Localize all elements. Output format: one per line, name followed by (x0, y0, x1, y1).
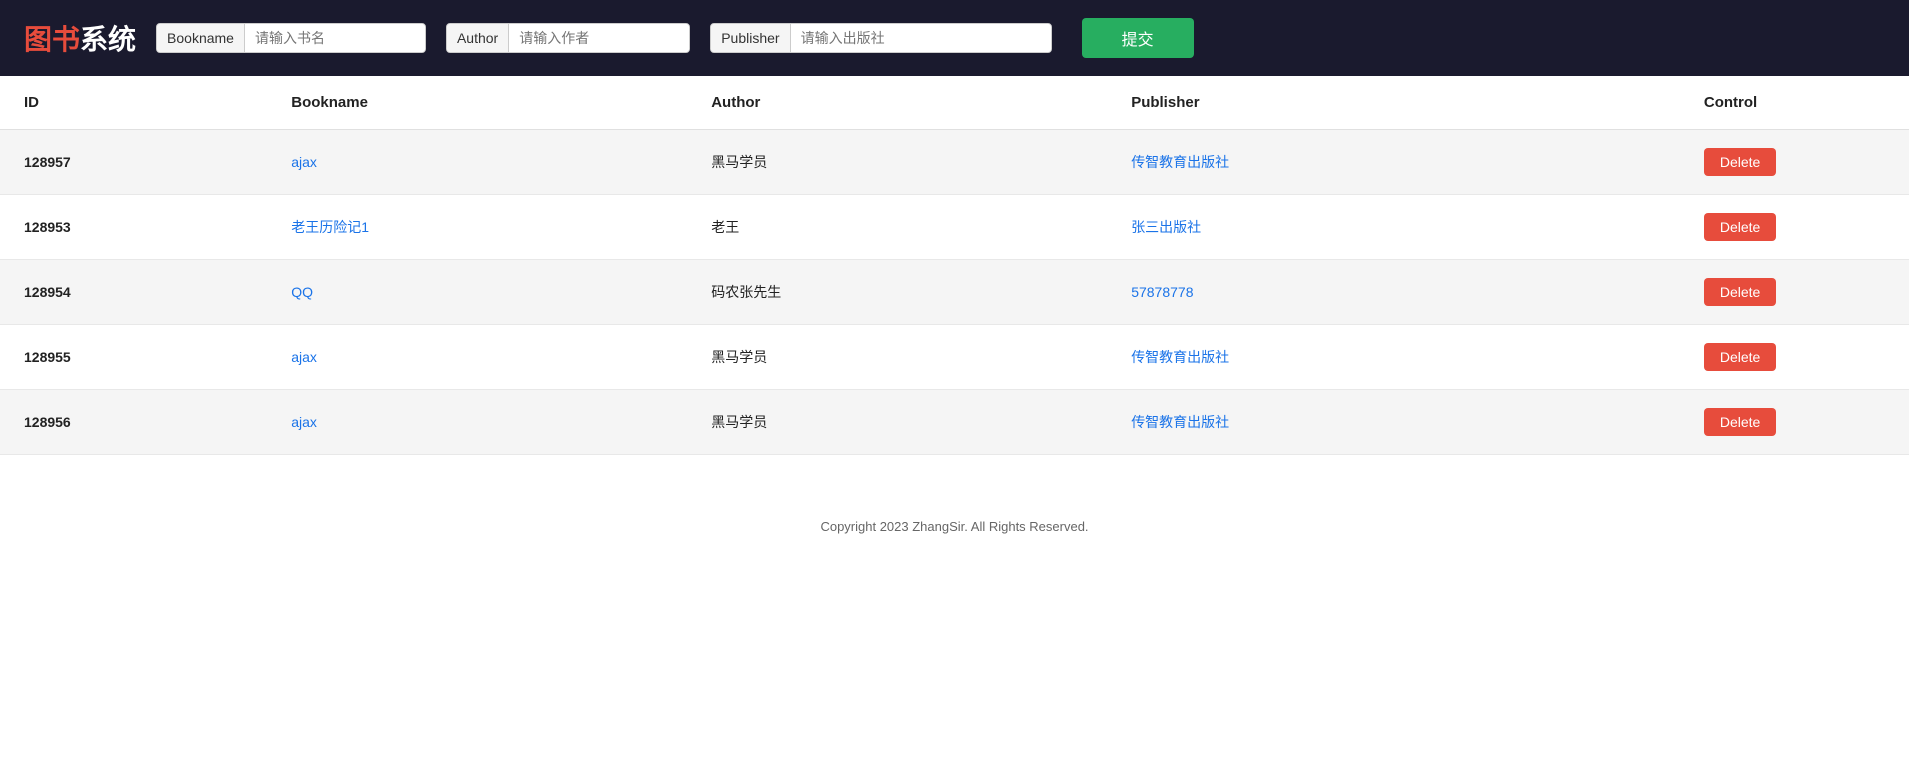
col-header-id: ID (0, 76, 267, 130)
footer: Copyright 2023 ZhangSir. All Rights Rese… (0, 495, 1909, 558)
col-header-author: Author (687, 76, 1107, 130)
publisher-label: Publisher (711, 24, 790, 52)
table-row: 128955ajax黑马学员传智教育出版社 Delete (0, 325, 1909, 390)
col-header-publisher: Publisher (1107, 76, 1680, 130)
title-text-white: 系统 (80, 24, 136, 55)
author-search-group: Author (446, 23, 690, 53)
cell-id: 128957 (0, 130, 267, 195)
bookname-input[interactable] (245, 24, 425, 52)
copyright-text: Copyright 2023 ZhangSir. All Rights Rese… (820, 519, 1088, 534)
submit-button[interactable]: 提交 (1082, 18, 1194, 58)
cell-bookname: QQ (267, 260, 687, 325)
cell-author: 黑马学员 (687, 130, 1107, 195)
cell-bookname: 老王历险记1 (267, 195, 687, 260)
cell-id: 128956 (0, 390, 267, 455)
cell-author: 老王 (687, 195, 1107, 260)
delete-button[interactable]: Delete (1704, 408, 1776, 436)
cell-bookname: ajax (267, 390, 687, 455)
cell-publisher: 传智教育出版社 (1107, 390, 1680, 455)
cell-id: 128954 (0, 260, 267, 325)
cell-publisher: 张三出版社 (1107, 195, 1680, 260)
app-title: 图书系统 (24, 18, 136, 58)
cell-bookname: ajax (267, 130, 687, 195)
cell-control: Delete (1680, 195, 1909, 260)
col-header-bookname: Bookname (267, 76, 687, 130)
cell-control: Delete (1680, 260, 1909, 325)
cell-id: 128953 (0, 195, 267, 260)
col-header-control: Control (1680, 76, 1909, 130)
cell-author: 黑马学员 (687, 390, 1107, 455)
delete-button[interactable]: Delete (1704, 343, 1776, 371)
table-row: 128957ajax黑马学员传智教育出版社 Delete (0, 130, 1909, 195)
publisher-input[interactable] (791, 24, 1051, 52)
cell-publisher: 57878778 (1107, 260, 1680, 325)
table-header-row: ID Bookname Author Publisher Control (0, 76, 1909, 130)
table-body: 128957ajax黑马学员传智教育出版社Delete128953老王历险记1老… (0, 130, 1909, 455)
table-row: 128954QQ码农张先生57878778 Delete (0, 260, 1909, 325)
delete-button[interactable]: Delete (1704, 213, 1776, 241)
cell-publisher: 传智教育出版社 (1107, 130, 1680, 195)
books-table: ID Bookname Author Publisher Control 128… (0, 76, 1909, 455)
cell-control: Delete (1680, 325, 1909, 390)
cell-control: Delete (1680, 130, 1909, 195)
cell-author: 黑马学员 (687, 325, 1107, 390)
publisher-search-group: Publisher (710, 23, 1051, 53)
cell-publisher: 传智教育出版社 (1107, 325, 1680, 390)
main-content: ID Bookname Author Publisher Control 128… (0, 76, 1909, 495)
cell-control: Delete (1680, 390, 1909, 455)
cell-id: 128955 (0, 325, 267, 390)
cell-bookname: ajax (267, 325, 687, 390)
delete-button[interactable]: Delete (1704, 148, 1776, 176)
bookname-search-group: Bookname (156, 23, 426, 53)
table-row: 128956ajax黑马学员传智教育出版社 Delete (0, 390, 1909, 455)
delete-button[interactable]: Delete (1704, 278, 1776, 306)
cell-author: 码农张先生 (687, 260, 1107, 325)
author-label: Author (447, 24, 509, 52)
author-input[interactable] (509, 24, 689, 52)
bookname-label: Bookname (157, 24, 245, 52)
table-row: 128953老王历险记1老王张三出版社 Delete (0, 195, 1909, 260)
header: 图书系统 Bookname Author Publisher 提交 (0, 0, 1909, 76)
title-highlight-red: 图书 (24, 24, 80, 55)
